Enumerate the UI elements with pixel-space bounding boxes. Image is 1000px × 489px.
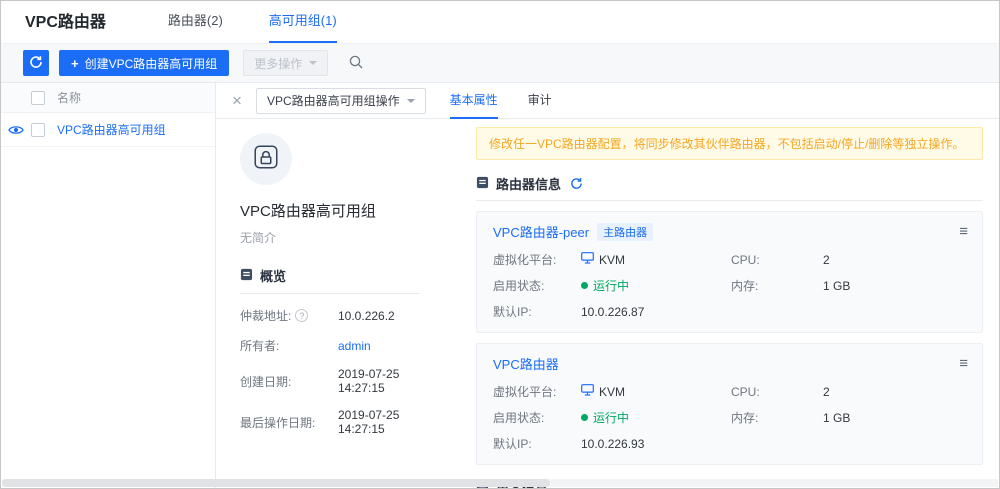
list-header: 名称 [1,83,215,113]
overview-section-header: 概览 [240,266,420,294]
platform-label: 虚拟化平台: [493,251,581,268]
field-create-date: 创建日期: 2019-07-25 14:27:15 [240,367,420,395]
state-label: 启用状态: [493,277,581,294]
card-menu-icon[interactable]: ≡ [959,224,968,239]
memory-value: 1 GB [823,279,968,293]
field-label: 最后操作日期: [240,414,338,431]
field-label: 仲裁地址: [240,307,291,324]
tab-routers[interactable]: 路由器(2) [168,1,223,43]
horizontal-scrollbar[interactable] [2,479,998,487]
tab-audit[interactable]: 审计 [528,83,552,119]
refresh-icon [29,55,43,72]
kvm-icon [581,252,594,267]
state-label: 启用状态: [493,409,581,426]
avatar [240,133,292,185]
chevron-down-icon [309,61,317,65]
main-area: 名称 VPC路由器高可用组 × VPC路由器高可用组操作 基本属性 [1,83,999,488]
primary-router-badge: 主路由器 [597,223,653,241]
select-all-checkbox[interactable] [31,91,45,105]
field-value: 10.0.226.2 [338,309,395,323]
field-owner: 所有者: admin [240,337,420,354]
platform-value: KVM [581,252,731,267]
row-name: VPC路由器高可用组 [57,121,166,138]
field-arbitration-address: 仲裁地址: ? 10.0.226.2 [240,307,420,324]
overview-title: 概览 [260,266,286,285]
content-column: 修改任一VPC路由器配置，将同步修改其伙伴路由器，不包括启动/停止/删除等独立操… [420,119,999,488]
router-info-title: 路由器信息 [496,174,561,193]
info-column: VPC路由器高可用组 无简介 概览 仲裁地址: ? 10.0.226.2 [216,119,420,488]
detail-title: VPC路由器高可用组 [240,200,420,221]
header-tabs: 路由器(2) 高可用组(1) [168,1,337,43]
help-icon[interactable]: ? [295,309,308,322]
create-ha-group-label: 创建VPC路由器高可用组 [85,55,218,72]
list-panel: 名称 VPC路由器高可用组 [1,83,216,488]
cpu-label: CPU: [731,385,823,399]
owner-link[interactable]: admin [338,339,371,353]
status-dot [581,414,588,421]
state-value: 运行中 [581,409,731,426]
router-name-link[interactable]: VPC路由器 [493,354,559,373]
field-value: 2019-07-25 14:27:15 [338,408,420,436]
platform-label: 虚拟化平台: [493,383,581,400]
field-value: 2019-07-25 14:27:15 [338,367,420,395]
more-actions-label: 更多操作 [254,55,302,72]
more-actions-button[interactable]: 更多操作 [243,50,328,76]
eye-icon[interactable] [1,124,31,136]
list-item[interactable]: VPC路由器高可用组 [1,113,215,147]
detail-panel: × VPC路由器高可用组操作 基本属性 审计 [216,83,999,488]
router-card-peer: VPC路由器-peer 主路由器 ≡ 虚拟化平台: KVM [476,211,983,333]
detail-header: × VPC路由器高可用组操作 基本属性 审计 [216,83,999,119]
router-info-icon [476,176,489,192]
status-dot [581,282,588,289]
cpu-label: CPU: [731,253,823,267]
chevron-down-icon [407,99,415,103]
state-value: 运行中 [581,277,731,294]
cpu-value: 2 [823,253,968,267]
ha-group-icon [252,143,280,176]
name-column-header: 名称 [57,89,81,106]
platform-value: KVM [581,384,731,399]
default-ip-value: 10.0.226.93 [581,437,731,451]
overview-icon [240,268,253,284]
scrollbar-thumb[interactable] [2,479,550,487]
memory-label: 内存: [731,277,823,294]
router-name-link[interactable]: VPC路由器-peer [493,222,589,241]
section-refresh-icon[interactable] [570,177,583,190]
tab-basic-properties[interactable]: 基本属性 [450,83,498,119]
actions-dropdown-label: VPC路由器高可用组操作 [267,92,400,109]
field-last-op-date: 最后操作日期: 2019-07-25 14:27:15 [240,408,420,436]
router-card: VPC路由器 ≡ 虚拟化平台: KVM CPU: [476,343,983,465]
warning-banner: 修改任一VPC路由器配置，将同步修改其伙伴路由器，不包括启动/停止/删除等独立操… [476,127,983,160]
default-ip-value: 10.0.226.87 [581,305,731,319]
kvm-icon [581,384,594,399]
page-header: VPC路由器 路由器(2) 高可用组(1) [1,1,999,43]
plus-icon: + [71,57,79,70]
toolbar: + 创建VPC路由器高可用组 更多操作 [1,43,999,83]
memory-value: 1 GB [823,411,968,425]
cpu-value: 2 [823,385,968,399]
tab-ha-groups[interactable]: 高可用组(1) [269,1,337,43]
field-label: 创建日期: [240,373,338,390]
card-menu-icon[interactable]: ≡ [959,356,968,371]
detail-body: VPC路由器高可用组 无简介 概览 仲裁地址: ? 10.0.226.2 [216,119,999,488]
detail-tabs: 基本属性 审计 [450,83,552,119]
default-ip-label: 默认IP: [493,435,581,452]
page-title: VPC路由器 [25,8,106,43]
close-icon[interactable]: × [232,92,242,109]
detail-subtitle: 无简介 [240,229,420,246]
memory-label: 内存: [731,409,823,426]
row-checkbox[interactable] [31,123,45,137]
default-ip-label: 默认IP: [493,303,581,320]
search-button[interactable] [346,52,366,75]
refresh-button[interactable] [23,50,49,76]
router-info-section-header: 路由器信息 [476,174,983,201]
actions-dropdown[interactable]: VPC路由器高可用组操作 [256,88,426,114]
create-ha-group-button[interactable]: + 创建VPC路由器高可用组 [59,50,229,76]
vpc-router-page: VPC路由器 路由器(2) 高可用组(1) + 创建VPC路由器高可用组 更多操… [0,0,1000,489]
field-label: 所有者: [240,337,338,354]
search-icon [348,54,364,73]
